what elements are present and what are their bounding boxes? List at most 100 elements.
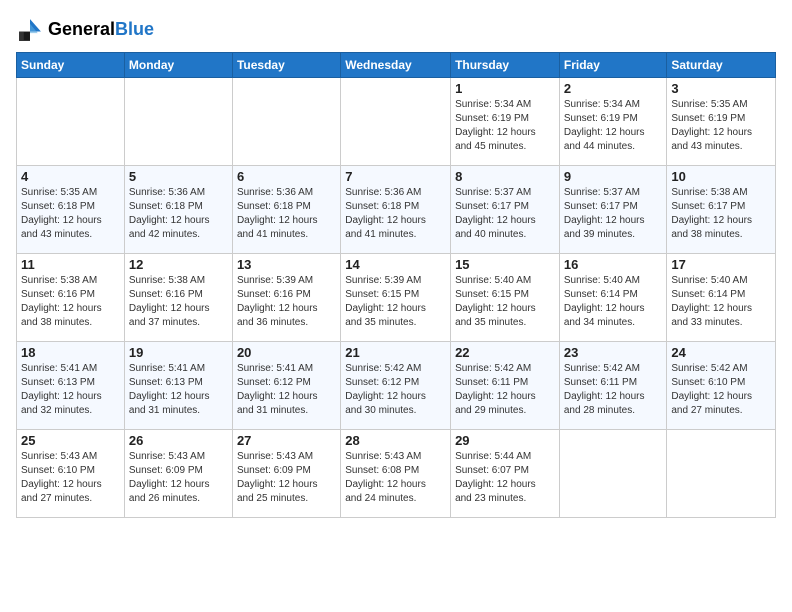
calendar-cell: 22Sunrise: 5:42 AM Sunset: 6:11 PM Dayli… bbox=[451, 342, 560, 430]
logo: GeneralBlue bbox=[16, 16, 154, 44]
day-number: 13 bbox=[237, 257, 336, 272]
calendar-cell: 1Sunrise: 5:34 AM Sunset: 6:19 PM Daylig… bbox=[451, 78, 560, 166]
calendar-cell: 6 Sunrise: 5:36 AM Sunset: 6:18 PM Daylig… bbox=[232, 166, 340, 254]
day-number: 12 bbox=[129, 257, 228, 272]
calendar-cell bbox=[17, 78, 125, 166]
day-info: Sunrise: 5:40 AM Sunset: 6:14 PM Dayligh… bbox=[671, 274, 771, 330]
header: GeneralBlue bbox=[16, 16, 776, 44]
day-number: 1 bbox=[455, 81, 555, 96]
calendar-cell: 14Sunrise: 5:39 AM Sunset: 6:15 PM Dayli… bbox=[341, 254, 451, 342]
calendar-cell: 29 Sunrise: 5:44 AM Sunset: 6:07 PM Dayli… bbox=[451, 430, 560, 518]
day-info: Sunrise: 5:42 AM Sunset: 6:12 PM Dayligh… bbox=[345, 362, 446, 418]
day-number: 5 bbox=[129, 169, 228, 184]
calendar-cell bbox=[559, 430, 667, 518]
calendar-cell: 4 Sunrise: 5:35 AM Sunset: 6:18 PM Daylig… bbox=[17, 166, 125, 254]
day-info: Sunrise: 5:36 AM Sunset: 6:18 PM Dayligh… bbox=[129, 186, 228, 242]
col-header-thursday: Thursday bbox=[451, 53, 560, 78]
day-number: 25 bbox=[21, 433, 120, 448]
day-number: 21 bbox=[345, 345, 446, 360]
day-number: 16 bbox=[564, 257, 663, 272]
calendar-cell: 5 Sunrise: 5:36 AM Sunset: 6:18 PM Daylig… bbox=[124, 166, 232, 254]
day-info: Sunrise: 5:38 AM Sunset: 6:17 PM Dayligh… bbox=[671, 186, 771, 242]
day-info: Sunrise: 5:41 AM Sunset: 6:13 PM Dayligh… bbox=[21, 362, 120, 418]
day-number: 17 bbox=[671, 257, 771, 272]
calendar-cell bbox=[341, 78, 451, 166]
day-info: Sunrise: 5:35 AM Sunset: 6:18 PM Dayligh… bbox=[21, 186, 120, 242]
day-info: Sunrise: 5:43 AM Sunset: 6:09 PM Dayligh… bbox=[237, 450, 336, 506]
calendar-cell bbox=[232, 78, 340, 166]
calendar-cell: 26 Sunrise: 5:43 AM Sunset: 6:09 PM Dayli… bbox=[124, 430, 232, 518]
day-number: 27 bbox=[237, 433, 336, 448]
day-number: 10 bbox=[671, 169, 771, 184]
day-number: 28 bbox=[345, 433, 446, 448]
calendar-cell: 20 Sunrise: 5:41 AM Sunset: 6:12 PM Dayli… bbox=[232, 342, 340, 430]
day-number: 8 bbox=[455, 169, 555, 184]
day-number: 29 bbox=[455, 433, 555, 448]
day-number: 14 bbox=[345, 257, 446, 272]
calendar-week-3: 11 Sunrise: 5:38 AM Sunset: 6:16 PM Dayli… bbox=[17, 254, 776, 342]
day-info: Sunrise: 5:38 AM Sunset: 6:16 PM Dayligh… bbox=[21, 274, 120, 330]
day-info: Sunrise: 5:42 AM Sunset: 6:11 PM Dayligh… bbox=[455, 362, 555, 418]
day-info: Sunrise: 5:38 AM Sunset: 6:16 PM Dayligh… bbox=[129, 274, 228, 330]
day-info: Sunrise: 5:41 AM Sunset: 6:13 PM Dayligh… bbox=[129, 362, 228, 418]
col-header-tuesday: Tuesday bbox=[232, 53, 340, 78]
calendar-cell: 17 Sunrise: 5:40 AM Sunset: 6:14 PM Dayli… bbox=[667, 254, 776, 342]
calendar-cell bbox=[124, 78, 232, 166]
day-number: 18 bbox=[21, 345, 120, 360]
logo-text-blue: Blue bbox=[115, 19, 154, 39]
calendar-cell: 25 Sunrise: 5:43 AM Sunset: 6:10 PM Dayli… bbox=[17, 430, 125, 518]
day-number: 15 bbox=[455, 257, 555, 272]
calendar-cell: 2 Sunrise: 5:34 AM Sunset: 6:19 PM Daylig… bbox=[559, 78, 667, 166]
calendar-header-row: SundayMondayTuesdayWednesdayThursdayFrid… bbox=[17, 53, 776, 78]
calendar-cell: 9 Sunrise: 5:37 AM Sunset: 6:17 PM Daylig… bbox=[559, 166, 667, 254]
day-info: Sunrise: 5:36 AM Sunset: 6:18 PM Dayligh… bbox=[237, 186, 336, 242]
day-number: 19 bbox=[129, 345, 228, 360]
calendar: SundayMondayTuesdayWednesdayThursdayFrid… bbox=[16, 52, 776, 518]
day-info: Sunrise: 5:39 AM Sunset: 6:16 PM Dayligh… bbox=[237, 274, 336, 330]
day-info: Sunrise: 5:37 AM Sunset: 6:17 PM Dayligh… bbox=[564, 186, 663, 242]
calendar-cell: 21 Sunrise: 5:42 AM Sunset: 6:12 PM Dayli… bbox=[341, 342, 451, 430]
calendar-week-5: 25 Sunrise: 5:43 AM Sunset: 6:10 PM Dayli… bbox=[17, 430, 776, 518]
day-info: Sunrise: 5:43 AM Sunset: 6:09 PM Dayligh… bbox=[129, 450, 228, 506]
calendar-cell: 18 Sunrise: 5:41 AM Sunset: 6:13 PM Dayli… bbox=[17, 342, 125, 430]
col-header-monday: Monday bbox=[124, 53, 232, 78]
day-info: Sunrise: 5:41 AM Sunset: 6:12 PM Dayligh… bbox=[237, 362, 336, 418]
day-info: Sunrise: 5:36 AM Sunset: 6:18 PM Dayligh… bbox=[345, 186, 446, 242]
day-info: Sunrise: 5:35 AM Sunset: 6:19 PM Dayligh… bbox=[671, 98, 771, 154]
day-number: 2 bbox=[564, 81, 663, 96]
calendar-cell: 8 Sunrise: 5:37 AM Sunset: 6:17 PM Daylig… bbox=[451, 166, 560, 254]
calendar-week-2: 4 Sunrise: 5:35 AM Sunset: 6:18 PM Daylig… bbox=[17, 166, 776, 254]
calendar-cell bbox=[667, 430, 776, 518]
day-info: Sunrise: 5:34 AM Sunset: 6:19 PM Dayligh… bbox=[564, 98, 663, 154]
col-header-saturday: Saturday bbox=[667, 53, 776, 78]
day-number: 4 bbox=[21, 169, 120, 184]
calendar-cell: 7Sunrise: 5:36 AM Sunset: 6:18 PM Daylig… bbox=[341, 166, 451, 254]
logo-icon bbox=[16, 16, 44, 44]
day-info: Sunrise: 5:43 AM Sunset: 6:08 PM Dayligh… bbox=[345, 450, 446, 506]
col-header-friday: Friday bbox=[559, 53, 667, 78]
logo-text-general: General bbox=[48, 19, 115, 39]
day-number: 9 bbox=[564, 169, 663, 184]
day-number: 3 bbox=[671, 81, 771, 96]
calendar-cell: 19 Sunrise: 5:41 AM Sunset: 6:13 PM Dayli… bbox=[124, 342, 232, 430]
logo-text: GeneralBlue bbox=[48, 20, 154, 40]
calendar-cell: 24Sunrise: 5:42 AM Sunset: 6:10 PM Dayli… bbox=[667, 342, 776, 430]
col-header-sunday: Sunday bbox=[17, 53, 125, 78]
day-number: 6 bbox=[237, 169, 336, 184]
calendar-cell: 13 Sunrise: 5:39 AM Sunset: 6:16 PM Dayli… bbox=[232, 254, 340, 342]
day-info: Sunrise: 5:43 AM Sunset: 6:10 PM Dayligh… bbox=[21, 450, 120, 506]
day-number: 20 bbox=[237, 345, 336, 360]
day-info: Sunrise: 5:37 AM Sunset: 6:17 PM Dayligh… bbox=[455, 186, 555, 242]
day-info: Sunrise: 5:44 AM Sunset: 6:07 PM Dayligh… bbox=[455, 450, 555, 506]
day-number: 26 bbox=[129, 433, 228, 448]
calendar-cell: 11 Sunrise: 5:38 AM Sunset: 6:16 PM Dayli… bbox=[17, 254, 125, 342]
calendar-week-4: 18 Sunrise: 5:41 AM Sunset: 6:13 PM Dayli… bbox=[17, 342, 776, 430]
day-number: 24 bbox=[671, 345, 771, 360]
calendar-cell: 23 Sunrise: 5:42 AM Sunset: 6:11 PM Dayli… bbox=[559, 342, 667, 430]
page: GeneralBlue SundayMondayTuesdayWednesday… bbox=[0, 0, 792, 612]
calendar-cell: 3 Sunrise: 5:35 AM Sunset: 6:19 PM Daylig… bbox=[667, 78, 776, 166]
day-number: 23 bbox=[564, 345, 663, 360]
calendar-cell: 16Sunrise: 5:40 AM Sunset: 6:14 PM Dayli… bbox=[559, 254, 667, 342]
day-number: 11 bbox=[21, 257, 120, 272]
day-info: Sunrise: 5:42 AM Sunset: 6:11 PM Dayligh… bbox=[564, 362, 663, 418]
